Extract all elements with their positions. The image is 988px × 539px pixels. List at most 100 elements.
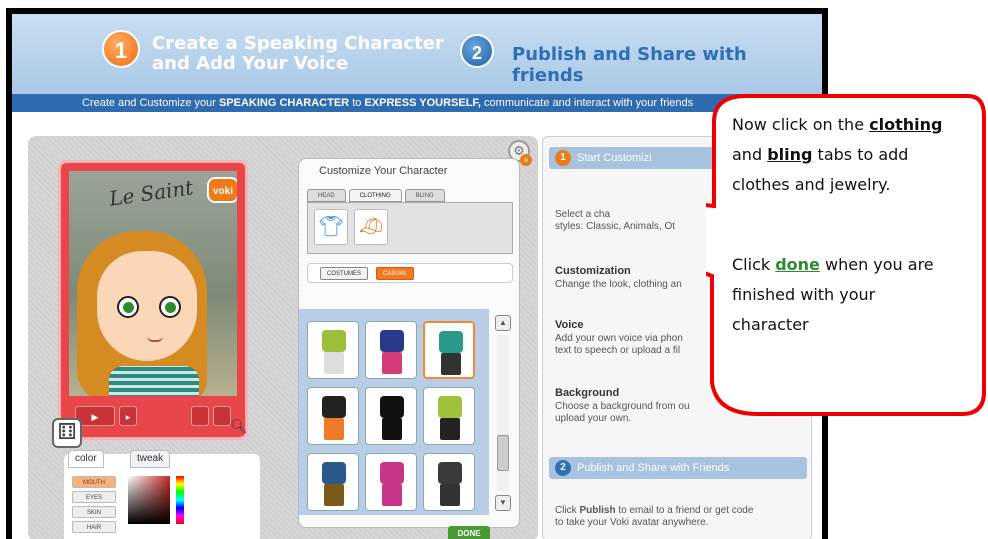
tweak-tab-label: tweak — [137, 453, 164, 464]
step1-mini-icon: 1 — [555, 150, 571, 166]
scroll-track[interactable] — [497, 335, 509, 491]
character-eye-left — [117, 296, 139, 318]
color-mouth-button[interactable]: MOUTH — [72, 476, 116, 488]
shirt-icon[interactable]: 👕︎ — [314, 209, 348, 245]
costumes-filter-button[interactable]: COSTUMES — [320, 267, 369, 280]
outfit-bottom — [324, 484, 344, 506]
callout-line4: Click done when you are — [732, 250, 982, 280]
zoom-icon[interactable]: 🔍︎ — [230, 418, 248, 436]
outfit-scrollbar[interactable]: ▲ ▼ — [495, 315, 511, 511]
outfit-item[interactable] — [365, 387, 417, 445]
publish-pre: Click — [555, 505, 580, 516]
outfit-item[interactable] — [365, 453, 417, 511]
casual-filter-button[interactable]: CASUAL — [376, 267, 415, 280]
outfit-bottom — [324, 418, 344, 440]
scroll-thumb[interactable] — [497, 435, 509, 471]
tab-clothing[interactable]: CLOTHING — [348, 189, 402, 202]
outfit-item[interactable] — [365, 321, 417, 379]
outfit-item[interactable] — [423, 453, 475, 511]
outfit-top — [380, 330, 404, 352]
filter-bar: COSTUMES CASUAL — [307, 263, 513, 283]
callout-l4-post: when you are — [819, 255, 934, 274]
publish-text-line2: to take your Voki avatar anywhere. — [555, 517, 709, 528]
outfit-bottom — [382, 352, 402, 374]
outfit-top — [380, 462, 404, 484]
customize-panel: Customize Your Character HEAD CLOTHING B… — [298, 158, 520, 528]
hue-slider[interactable] — [176, 476, 184, 524]
subtitle-bold-1: SPEAKING CHARACTER — [218, 97, 350, 109]
subtitle-post: communicate and interact with your frien… — [481, 97, 694, 109]
color-hair-button[interactable]: HAIR — [72, 521, 116, 533]
graffiti-text: Le Saint — [107, 175, 195, 211]
tab-tweak[interactable]: tweak — [130, 450, 171, 468]
callout-clothing-emphasis: clothing — [869, 115, 943, 134]
player-controls: ▶ ▸ — [69, 403, 237, 429]
color-skin-button[interactable]: SKIN — [72, 506, 116, 518]
callout-done-emphasis: done — [775, 255, 820, 274]
volume-button[interactable]: ▸ — [119, 406, 137, 426]
step2-icon: 2 — [460, 34, 494, 68]
sidebar-step1-label: Start Customizi — [577, 152, 652, 164]
close-icon[interactable]: × — [520, 154, 532, 166]
randomize-dice-icon[interactable]: ⚅ — [52, 418, 82, 448]
screenshot-frame: 1 Create a Speaking Character and Add Yo… — [6, 8, 828, 539]
header-banner: 1 Create a Speaking Character and Add Yo… — [12, 14, 822, 94]
subtitle-bold-2: EXPRESS YOURSELF, — [364, 97, 481, 109]
step2-title[interactable]: Publish and Share with friends — [512, 44, 822, 86]
tab-head[interactable]: HEAD — [307, 189, 346, 202]
clothing-category-box: 👕︎ 🧢︎ — [307, 202, 513, 254]
instruction-callout: Now click on the clothing and bling tabs… — [706, 86, 988, 422]
record-button[interactable] — [191, 406, 209, 426]
outfit-bottom — [441, 353, 461, 375]
callout-l2-post: tabs to add — [812, 145, 909, 164]
outfit-top — [438, 462, 462, 484]
hat-icon[interactable]: 🧢︎ — [354, 209, 388, 245]
outfit-grid — [299, 309, 489, 515]
outfit-item[interactable] — [423, 321, 475, 379]
outfit-item[interactable] — [423, 387, 475, 445]
outfit-top — [438, 396, 462, 418]
scroll-up-icon[interactable]: ▲ — [495, 315, 511, 331]
outfit-item[interactable] — [307, 321, 359, 379]
background-heading: Background — [555, 387, 620, 399]
outfit-top — [380, 396, 404, 418]
callout-line5: finished with your — [732, 285, 876, 304]
color-picker[interactable] — [128, 476, 170, 524]
color-tab-label: color — [75, 453, 97, 464]
customization-heading: Customization — [555, 265, 631, 277]
character-preview: Le Saint voki ▶ ▸ — [58, 160, 248, 440]
callout-l2-pre: and — [732, 145, 768, 164]
voki-logo: voki — [207, 177, 237, 203]
tab-color[interactable]: color — [68, 450, 104, 468]
outfit-top — [322, 330, 346, 352]
subtitle-pre: Create and Customize your — [82, 97, 219, 109]
publish-link[interactable]: Publish — [579, 505, 615, 516]
outfit-bottom — [382, 484, 402, 506]
step1-title[interactable]: Create a Speaking Character and Add Your… — [152, 34, 444, 74]
outfit-top — [322, 396, 346, 418]
character-eye-right — [159, 296, 181, 318]
character-face — [97, 251, 197, 361]
outfit-item[interactable] — [307, 453, 359, 511]
color-panel: color tweak MOUTH EYES SKIN HAIR — [64, 450, 260, 539]
tab-bling[interactable]: BLING — [404, 189, 445, 202]
outfit-item[interactable] — [307, 387, 359, 445]
step2-mini-icon: 2 — [555, 460, 571, 476]
customize-title: Customize Your Character — [319, 165, 448, 177]
outfit-top — [322, 462, 346, 484]
settings-button[interactable] — [213, 406, 231, 426]
outfit-bottom — [440, 418, 460, 440]
sidebar-step2-header: 2 Publish and Share with Friends — [549, 457, 807, 479]
voice-heading: Voice — [555, 319, 584, 331]
callout-l1-pre: Now click on the — [732, 115, 870, 134]
subtitle-mid: to — [349, 97, 365, 109]
outfit-bottom — [382, 418, 402, 440]
scroll-down-icon[interactable]: ▼ — [495, 495, 511, 511]
publish-post: to email to a friend or get code — [615, 505, 754, 516]
color-eyes-button[interactable]: EYES — [72, 491, 116, 503]
publish-text-line1: Click Publish to email to a friend or ge… — [555, 505, 805, 517]
outfit-bottom — [324, 352, 344, 374]
callout-line3: clothes and jewelry. — [732, 175, 891, 194]
callout-line6: character — [732, 315, 809, 334]
done-button[interactable]: DONE — [448, 526, 490, 539]
